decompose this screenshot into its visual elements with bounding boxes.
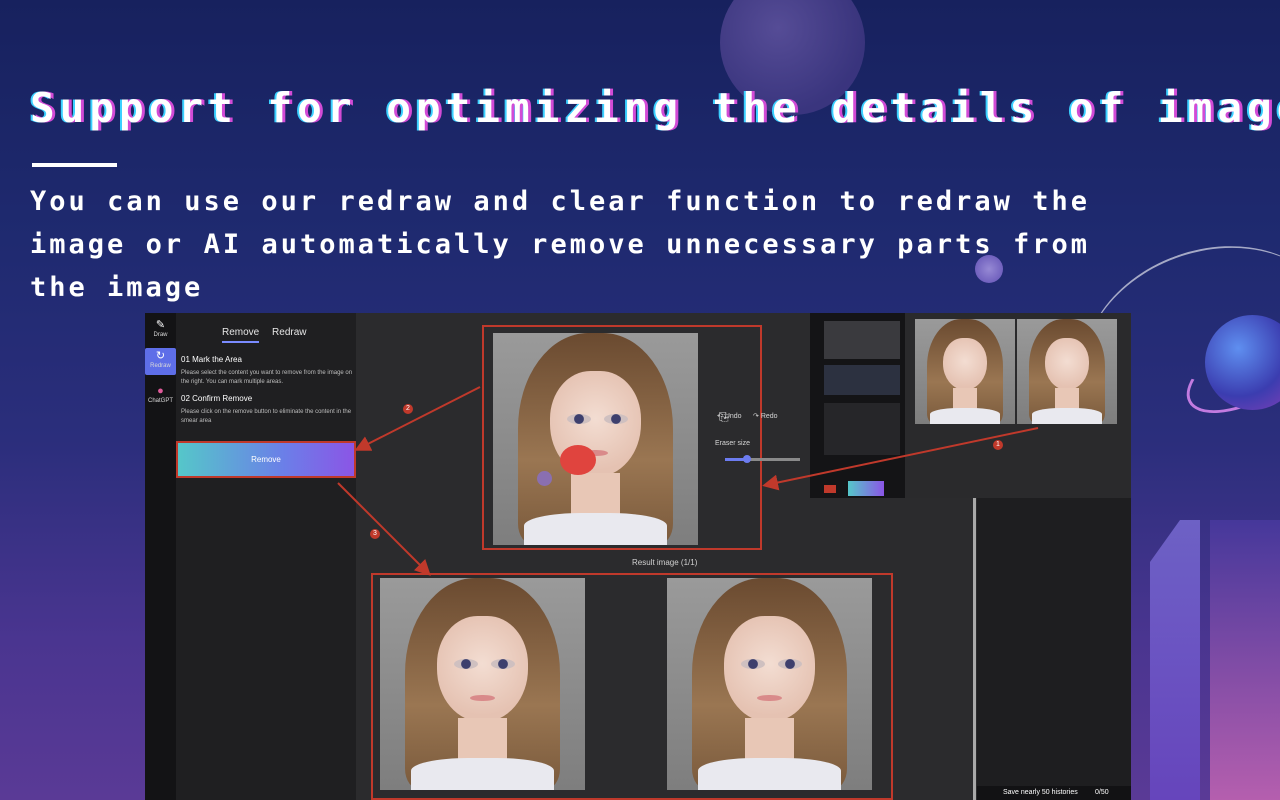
- source-image-highlight: [482, 325, 762, 550]
- badge-2: 2: [403, 404, 413, 414]
- result-caption: Result image (1/1): [632, 558, 698, 567]
- redo-icon: ↷: [753, 413, 759, 420]
- palette-icon: ✎: [155, 319, 166, 331]
- rail-item-draw[interactable]: ✎ Draw: [145, 319, 176, 338]
- history-footer: Save nearly 50 histories 0/50: [977, 786, 1131, 800]
- inset-sidebar: [810, 313, 905, 498]
- history-count: 0/50: [1095, 789, 1109, 796]
- building-decoration: [1150, 520, 1200, 800]
- inset-image-1: [915, 319, 1015, 424]
- step1-description: Please select the content you want to re…: [181, 370, 353, 385]
- badge-3: 3: [370, 529, 380, 539]
- undo-icon: ↶: [717, 413, 723, 420]
- inset-prompt-box: [824, 365, 900, 395]
- undo-button[interactable]: ↶ Undo: [717, 412, 742, 420]
- rail-item-label: Redraw: [150, 363, 171, 369]
- rail-item-label: ChatGPT: [147, 398, 173, 404]
- badge-1: 1: [993, 440, 1003, 450]
- inset-generate-button: [848, 481, 884, 496]
- inset-image-2: [1017, 319, 1117, 424]
- tab-bar: Remove Redraw: [222, 327, 317, 343]
- rail-item-redraw[interactable]: ↻ Redraw: [145, 348, 176, 375]
- rail-item-label: Draw: [153, 332, 168, 338]
- headline-underline: [32, 163, 117, 167]
- eraser-size-knob[interactable]: [743, 455, 751, 463]
- inset-settings: [824, 403, 900, 455]
- inset-screenshot: [810, 313, 1130, 498]
- results-highlight: [371, 573, 893, 800]
- headline: Support for optimizing the details of im…: [30, 84, 1280, 132]
- rail-item-chatgpt[interactable]: ● ChatGPT: [145, 385, 176, 404]
- tool-panel: Remove Redraw 01 Mark the Area Please se…: [176, 313, 356, 800]
- location-pin-icon: ●: [157, 385, 164, 397]
- redo-label: Redo: [760, 413, 778, 420]
- tab-remove[interactable]: Remove: [222, 327, 260, 343]
- subtext: You can use our redraw and clear functio…: [30, 186, 1090, 303]
- inset-gallery: [905, 313, 1130, 498]
- undo-label: Undo: [724, 413, 742, 420]
- refresh-icon: ↻: [155, 350, 166, 362]
- neon-structure-decoration: [1210, 520, 1280, 800]
- inset-style-grid: [824, 321, 900, 359]
- history-strip: [977, 498, 1131, 800]
- tab-redraw[interactable]: Redraw: [272, 327, 306, 338]
- step2-description: Please click on the remove button to eli…: [181, 409, 352, 424]
- eraser-size-label: Eraser size: [715, 440, 751, 447]
- step2-title: 02 Confirm Remove: [181, 394, 253, 403]
- redo-button[interactable]: ↷ Redo: [753, 412, 778, 420]
- scrollbar[interactable]: [973, 498, 976, 800]
- left-rail: ✎ Draw ↻ Redraw ● ChatGPT: [145, 313, 176, 800]
- remove-button[interactable]: Remove: [176, 441, 356, 478]
- inset-stop-button: [824, 485, 836, 493]
- step1-title: 01 Mark the Area: [181, 355, 242, 364]
- history-text: Save nearly 50 histories: [1003, 789, 1078, 796]
